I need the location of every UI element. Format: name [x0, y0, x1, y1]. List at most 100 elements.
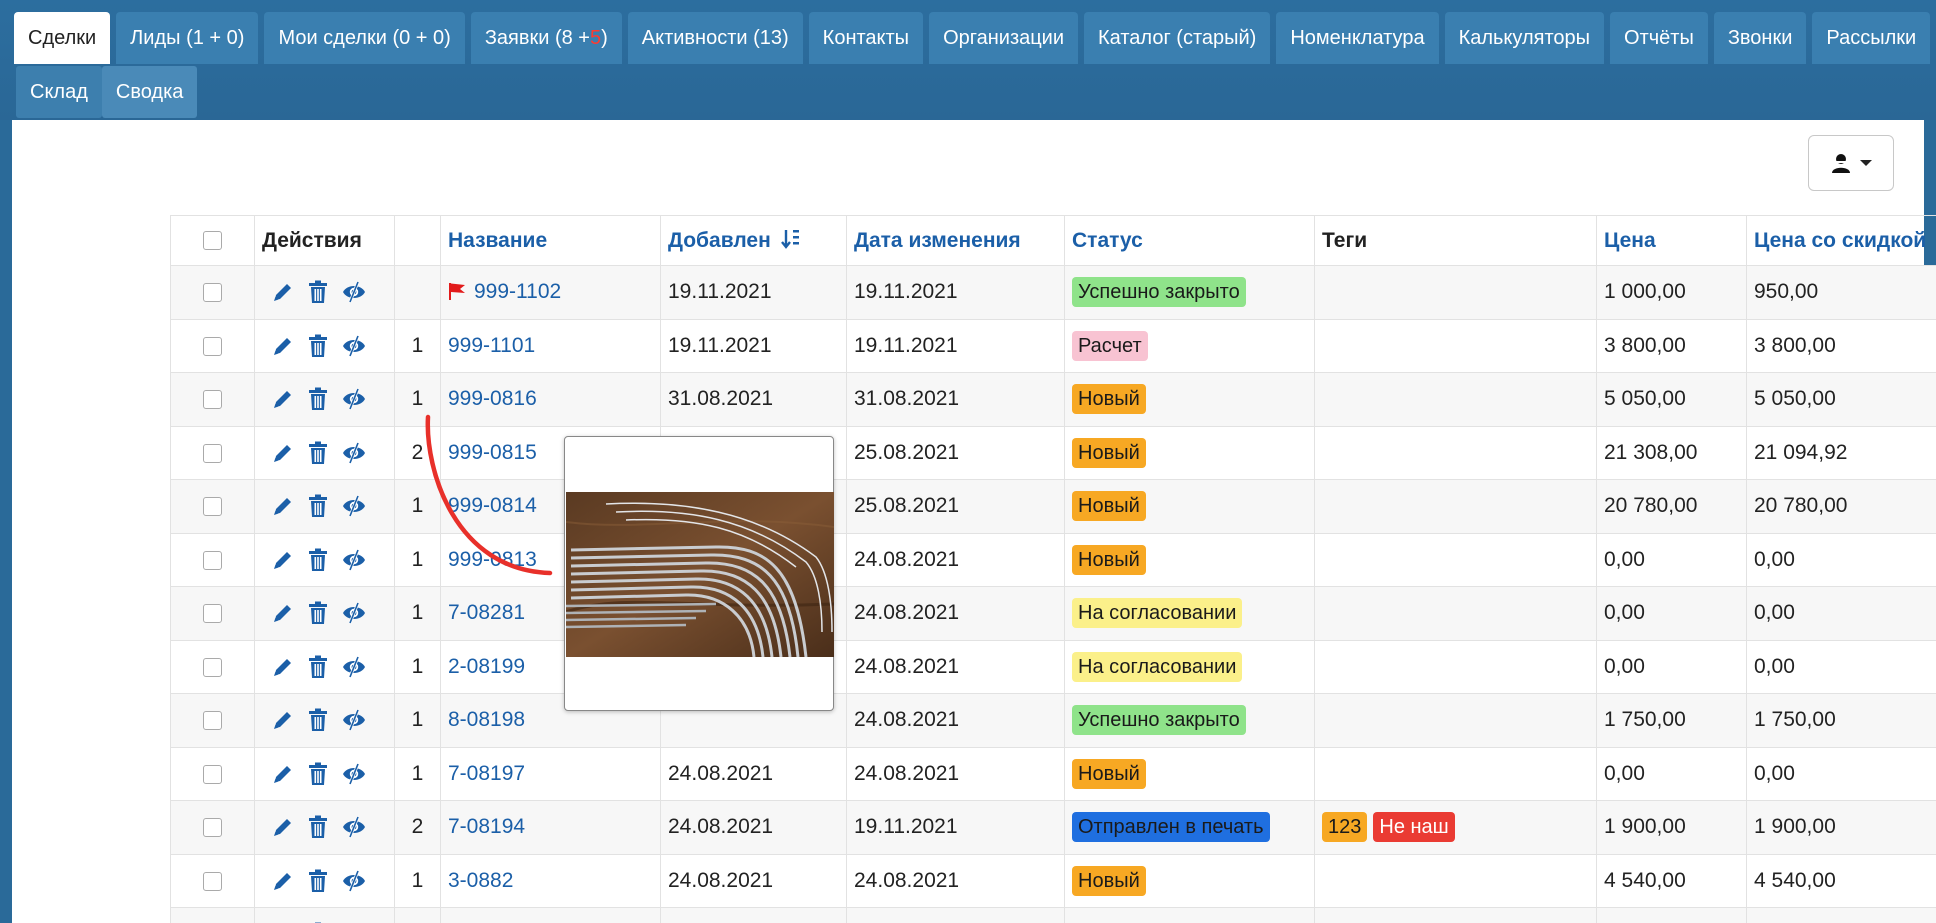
pencil-icon[interactable]: [272, 495, 294, 517]
table-row[interactable]: 1 999-1101 19.11.2021 19.11.2021 Расчет 3 800…: [170, 318, 1936, 373]
header-price-label[interactable]: Цена: [1604, 229, 1656, 252]
table-row[interactable]: 1 999-0814 25.08.2021 Новый 20 780,00 20 780,…: [170, 479, 1936, 534]
nav-tab-1[interactable]: Лиды (1 + 0): [116, 12, 259, 64]
nav-tab-7[interactable]: Каталог (старый): [1084, 12, 1271, 64]
eye-off-icon[interactable]: [342, 335, 366, 357]
row-checkbox[interactable]: [203, 550, 222, 570]
row-checkbox[interactable]: [203, 764, 222, 784]
eye-off-icon[interactable]: [342, 816, 366, 838]
header-status[interactable]: Статус: [1064, 215, 1315, 266]
trash-icon[interactable]: [308, 441, 328, 465]
nav-tab-3[interactable]: Заявки (8 + 5): [470, 12, 622, 64]
eye-off-icon[interactable]: [342, 549, 366, 571]
nav-tab-12[interactable]: Рассылки: [1812, 12, 1931, 64]
row-checkbox[interactable]: [203, 604, 222, 624]
table-row[interactable]: 1 7-08197 24.08.2021 24.08.2021 Новый 0,00 0,0…: [170, 746, 1936, 801]
trash-icon[interactable]: [308, 762, 328, 786]
nav-tab-4[interactable]: Активности (13): [627, 12, 803, 64]
deal-link[interactable]: 999-0815: [448, 441, 537, 464]
table-row[interactable]: 999-1102 19.11.2021 19.11.2021 Успешно закр…: [170, 265, 1936, 320]
pencil-icon[interactable]: [272, 870, 294, 892]
nav-tab-0[interactable]: Сделки: [14, 12, 111, 64]
user-menu-button[interactable]: [1808, 135, 1894, 191]
row-checkbox[interactable]: [203, 336, 222, 356]
pencil-icon[interactable]: [272, 602, 294, 624]
eye-off-icon[interactable]: [342, 442, 366, 464]
trash-icon[interactable]: [308, 334, 328, 358]
table-row[interactable]: 1 999-0816 31.08.2021 31.08.2021 Новый 5 050,…: [170, 372, 1936, 427]
header-name[interactable]: Название: [440, 215, 661, 266]
deal-link[interactable]: 999-0813: [448, 548, 537, 571]
table-row[interactable]: 1 8-08198 24.08.2021 Успешно закрыто 1 750,0…: [170, 693, 1936, 748]
deal-link[interactable]: 7-08281: [448, 601, 525, 624]
row-checkbox[interactable]: [203, 283, 222, 303]
table-row[interactable]: 1 2-08199 24.08.2021 На согласовании 0,00 0,0…: [170, 639, 1936, 694]
deal-link[interactable]: 7-08194: [448, 815, 525, 838]
table-row[interactable]: 1 7-08281 24.08.2021 На согласовании 0,00 0,0…: [170, 586, 1936, 641]
tag-badge[interactable]: Не наш: [1373, 812, 1455, 843]
row-checkbox[interactable]: [203, 443, 222, 463]
trash-icon[interactable]: [308, 387, 328, 411]
nav-tab-11[interactable]: Звонки: [1713, 12, 1807, 64]
pencil-icon[interactable]: [272, 709, 294, 731]
deal-link[interactable]: 8-08198: [448, 708, 525, 731]
deal-link[interactable]: 999-0814: [448, 494, 537, 517]
header-modified[interactable]: Дата изменения: [846, 215, 1065, 266]
row-checkbox[interactable]: [203, 390, 222, 410]
header-name-label[interactable]: Название: [448, 229, 547, 252]
nav-tab-2[interactable]: Мои сделки (0 + 0): [264, 12, 465, 64]
pencil-icon[interactable]: [272, 442, 294, 464]
eye-off-icon[interactable]: [342, 281, 366, 303]
table-row[interactable]: 1 999-0813 24.08.2021 Новый 0,00 0,00: [170, 532, 1936, 587]
deal-link[interactable]: 999-0816: [448, 387, 537, 410]
deal-link[interactable]: 2-08199: [448, 655, 525, 678]
trash-icon[interactable]: [308, 280, 328, 304]
eye-off-icon[interactable]: [342, 870, 366, 892]
row-checkbox[interactable]: [203, 711, 222, 731]
row-checkbox[interactable]: [203, 871, 222, 891]
table-row[interactable]: 2 7-08194 24.08.2021 19.11.2021 Отправлен в …: [170, 800, 1936, 855]
table-row[interactable]: [170, 907, 1936, 923]
nav-tab-row2-0[interactable]: Склад: [16, 66, 102, 118]
trash-icon[interactable]: [308, 655, 328, 679]
deal-link[interactable]: 999-1101: [448, 334, 535, 357]
deal-link[interactable]: 999-1102: [474, 280, 561, 303]
eye-off-icon[interactable]: [342, 388, 366, 410]
deal-link[interactable]: 7-08197: [448, 762, 525, 785]
select-all-checkbox[interactable]: [203, 231, 222, 251]
sort-icon[interactable]: [780, 228, 801, 250]
pencil-icon[interactable]: [272, 763, 294, 785]
pencil-icon[interactable]: [272, 549, 294, 571]
row-checkbox[interactable]: [203, 497, 222, 517]
trash-icon[interactable]: [308, 869, 328, 893]
header-status-label[interactable]: Статус: [1072, 229, 1143, 252]
trash-icon[interactable]: [308, 708, 328, 732]
trash-icon[interactable]: [308, 815, 328, 839]
nav-tab-5[interactable]: Контакты: [808, 12, 924, 64]
eye-off-icon[interactable]: [342, 709, 366, 731]
pencil-icon[interactable]: [272, 281, 294, 303]
header-modified-label[interactable]: Дата изменения: [854, 229, 1021, 252]
trash-icon[interactable]: [308, 601, 328, 625]
pencil-icon[interactable]: [272, 816, 294, 838]
trash-icon[interactable]: [308, 494, 328, 518]
nav-tab-6[interactable]: Организации: [929, 12, 1079, 64]
eye-off-icon[interactable]: [342, 763, 366, 785]
pencil-icon[interactable]: [272, 335, 294, 357]
nav-tab-9[interactable]: Калькуляторы: [1444, 12, 1605, 64]
header-discount-price[interactable]: Цена со скидкой: [1746, 215, 1936, 266]
header-price[interactable]: Цена: [1596, 215, 1747, 266]
nav-tab-row2-1[interactable]: Сводка: [101, 66, 198, 118]
header-added[interactable]: Добавлен: [660, 215, 847, 266]
row-checkbox[interactable]: [203, 818, 222, 838]
table-row[interactable]: 2 999-0815 25.08.2021 Новый 21 308,00 21 094,…: [170, 425, 1936, 480]
nav-tab-8[interactable]: Номенклатура: [1276, 12, 1439, 64]
row-checkbox[interactable]: [203, 657, 222, 677]
table-row[interactable]: 1 3-0882 24.08.2021 24.08.2021 Новый 4 540,00…: [170, 853, 1936, 908]
header-discount-label[interactable]: Цена со скидкой: [1754, 229, 1926, 252]
trash-icon[interactable]: [308, 548, 328, 572]
eye-off-icon[interactable]: [342, 656, 366, 678]
eye-off-icon[interactable]: [342, 602, 366, 624]
tag-badge[interactable]: 123: [1322, 812, 1368, 843]
pencil-icon[interactable]: [272, 656, 294, 678]
